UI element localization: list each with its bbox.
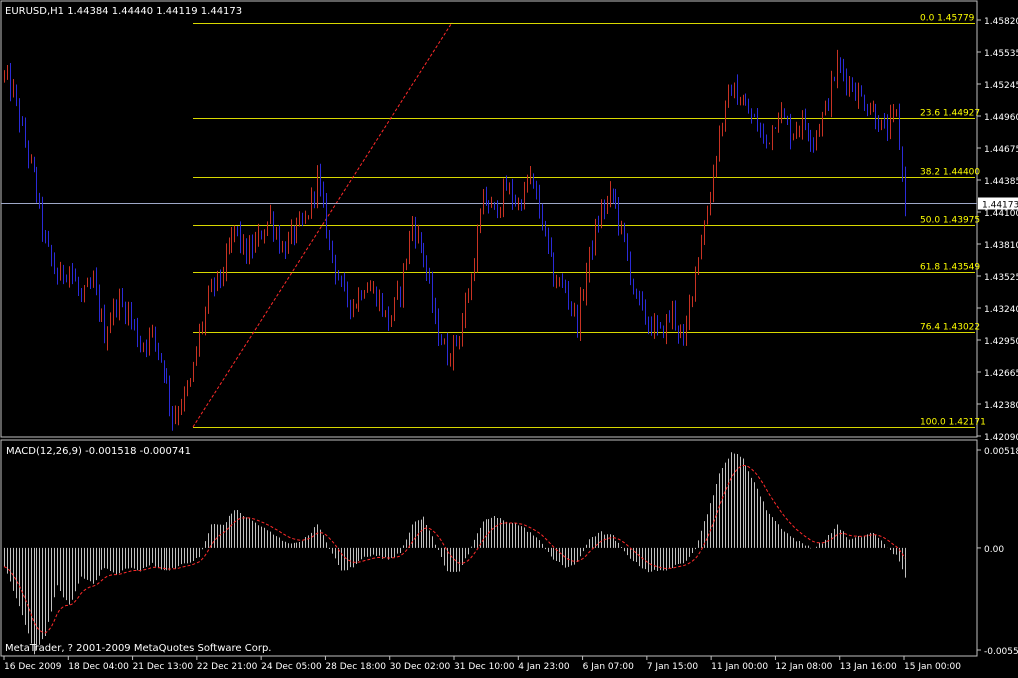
time-axis-label: 21 Dec 13:00 xyxy=(133,662,194,672)
time-axis-label: 4 Jan 23:00 xyxy=(518,662,570,672)
macd-axis-label: 0.00 xyxy=(984,545,1004,555)
time-axis-label: 31 Dec 10:00 xyxy=(454,662,515,672)
macd-axis-label: -0.00555 xyxy=(984,647,1018,657)
fib-level-label: 50.0 1.43975 xyxy=(920,216,980,226)
price-chart-header: EURUSD,H1 1.44384 1.44440 1.44119 1.4417… xyxy=(5,6,242,17)
price-axis-label: 1.42950 xyxy=(984,337,1018,347)
price-axis-label: 1.45535 xyxy=(984,49,1018,59)
price-axis-label: 1.42665 xyxy=(984,369,1018,379)
fib-level-label: 61.8 1.43549 xyxy=(920,263,980,273)
price-axis-label: 1.45820 xyxy=(984,17,1018,27)
time-axis-label: 11 Jan 00:00 xyxy=(711,662,768,672)
copyright-notice: MetaTrader, ? 2001-2009 MetaQuotes Softw… xyxy=(5,643,271,654)
time-axis-label: 30 Dec 02:00 xyxy=(390,662,451,672)
price-axis-label: 1.43240 xyxy=(984,305,1018,315)
time-axis-label: 6 Jan 07:00 xyxy=(583,662,635,672)
price-axis-label: 1.43810 xyxy=(984,241,1018,251)
macd-axis-label: 0.00518 xyxy=(984,447,1018,457)
time-axis-label: 13 Jan 16:00 xyxy=(840,662,897,672)
time-axis-label: 24 Dec 05:00 xyxy=(261,662,322,672)
time-axis-label: 22 Dec 21:00 xyxy=(197,662,258,672)
price-axis-label: 1.44675 xyxy=(984,145,1018,155)
fib-level-label: 100.0 1.42171 xyxy=(920,418,986,428)
price-axis-label: 1.42090 xyxy=(984,433,1018,443)
time-axis-label: 16 Dec 2009 xyxy=(4,662,62,672)
time-axis-label: 18 Dec 04:00 xyxy=(68,662,129,672)
fib-level-label: 0.0 1.45779 xyxy=(920,14,975,24)
price-axis-label: 1.44100 xyxy=(984,209,1018,219)
macd-header: MACD(12,26,9) -0.001518 -0.000741 xyxy=(6,446,191,457)
price-axis-label: 1.45245 xyxy=(984,81,1018,91)
price-axis-label: 1.44960 xyxy=(984,113,1018,123)
time-axis-label: 12 Jan 08:00 xyxy=(775,662,832,672)
price-axis-label: 1.43525 xyxy=(984,273,1018,283)
time-axis-label: 28 Dec 18:00 xyxy=(325,662,386,672)
fib-level-label: 76.4 1.43022 xyxy=(920,323,980,333)
time-axis-label: 7 Jan 15:00 xyxy=(647,662,699,672)
time-axis-label: 15 Jan 00:00 xyxy=(904,662,961,672)
current-price-label: 1.44173 xyxy=(982,201,1018,211)
chart-canvas[interactable]: 0.0 1.45779 23.6 1.44927 38.2 1.44400 50.0 … xyxy=(0,0,1018,674)
metatrader-chart-window[interactable]: 0.0 1.45779 23.6 1.44927 38.2 1.44400 50.0 … xyxy=(0,0,1018,674)
price-axis-label: 1.44385 xyxy=(984,177,1018,187)
fib-level-label: 38.2 1.44400 xyxy=(920,168,980,178)
fib-level-label: 23.6 1.44927 xyxy=(920,109,980,119)
price-axis-label: 1.42380 xyxy=(984,401,1018,411)
